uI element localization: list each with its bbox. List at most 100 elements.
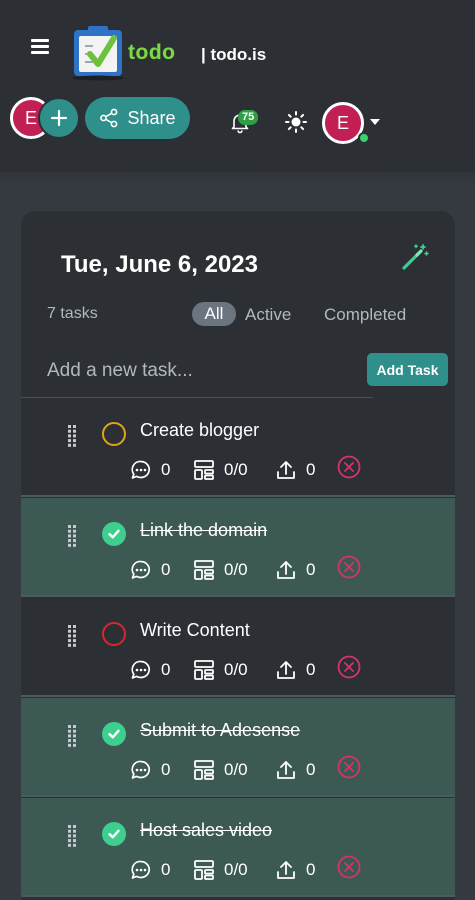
task-title[interactable]: Host sales video [140, 820, 272, 841]
status-circle-icon[interactable] [102, 422, 126, 446]
member-avatar-initial: E [24, 107, 37, 128]
attachments-value: 0 [306, 860, 316, 879]
attachments-value: 0 [306, 660, 316, 679]
subtasks-icon [194, 860, 214, 880]
check-circle-icon[interactable] [102, 522, 126, 546]
comment-icon [131, 860, 150, 879]
share-label: Share [127, 107, 176, 128]
attachments-count[interactable]: 0 [274, 458, 315, 482]
online-status-dot [358, 132, 370, 144]
share-icon [100, 108, 118, 128]
comments-value: 0 [161, 760, 171, 779]
task-row[interactable]: Create blogger 0 0/0 0 [21, 398, 455, 497]
drag-handle-icon[interactable] [68, 725, 76, 747]
comments-value: 0 [161, 560, 171, 579]
subtasks-icon [194, 460, 214, 480]
attachments-count[interactable]: 0 [274, 858, 315, 882]
delete-icon[interactable] [337, 855, 361, 879]
magic-wand-icon[interactable] [400, 242, 430, 272]
task-title[interactable]: Submit to Adesense [140, 720, 300, 741]
row-divider [21, 795, 455, 797]
status-circle-icon[interactable] [102, 622, 126, 646]
comments-count[interactable]: 0 [129, 658, 170, 682]
delete-icon[interactable] [337, 455, 361, 479]
upload-icon [277, 661, 295, 679]
subtasks-count[interactable]: 0/0 [192, 858, 248, 882]
site-name: | todo.is [201, 45, 267, 64]
page-title-date: Tue, June 6, 2023 [61, 251, 258, 278]
subtasks-count[interactable]: 0/0 [192, 458, 248, 482]
notification-badge: 75 [238, 110, 259, 125]
user-avatar-initial: E [336, 112, 349, 133]
subtasks-count[interactable]: 0/0 [192, 658, 248, 682]
theme-toggle-sun-icon[interactable] [284, 110, 308, 134]
logo-text: todo [128, 41, 176, 64]
check-circle-icon[interactable] [102, 722, 126, 746]
comments-value: 0 [161, 860, 171, 879]
filter-active-tab[interactable]: Active [245, 305, 291, 325]
task-title[interactable]: Write Content [140, 620, 250, 641]
task-count: 7 tasks [47, 305, 98, 322]
delete-icon[interactable] [337, 755, 361, 779]
comments-value: 0 [161, 660, 171, 679]
plus-icon [50, 109, 68, 127]
attachments-count[interactable]: 0 [274, 658, 315, 682]
share-button[interactable]: Share [85, 97, 190, 139]
menu-icon[interactable] [31, 39, 49, 55]
row-divider [21, 895, 455, 897]
task-row[interactable]: Write Content 0 0/0 0 [21, 598, 455, 697]
subtasks-value: 0/0 [224, 560, 248, 579]
drag-handle-icon[interactable] [68, 525, 76, 547]
task-title[interactable]: Link the domain [140, 520, 267, 541]
task-row[interactable]: Host sales video 0 0/0 0 [21, 798, 455, 897]
subtasks-icon [194, 560, 214, 580]
subtasks-value: 0/0 [224, 860, 248, 879]
attachments-count[interactable]: 0 [274, 758, 315, 782]
task-title[interactable]: Create blogger [140, 420, 259, 441]
attachments-count[interactable]: 0 [274, 558, 315, 582]
comments-count[interactable]: 0 [129, 558, 170, 582]
comment-icon [131, 660, 150, 679]
upload-icon [277, 861, 295, 879]
comment-icon [131, 760, 150, 779]
header-shadow [0, 172, 475, 182]
subtasks-value: 0/0 [224, 460, 248, 479]
comment-icon [131, 560, 150, 579]
drag-handle-icon[interactable] [68, 625, 76, 647]
subtasks-count[interactable]: 0/0 [192, 758, 248, 782]
attachments-value: 0 [306, 460, 316, 479]
subtasks-icon [194, 760, 214, 780]
comments-value: 0 [161, 460, 171, 479]
row-divider [21, 595, 455, 597]
drag-handle-icon[interactable] [68, 825, 76, 847]
check-circle-icon[interactable] [102, 822, 126, 846]
drag-handle-icon[interactable] [68, 425, 76, 447]
row-divider [21, 495, 455, 497]
comment-icon [131, 460, 150, 479]
delete-icon[interactable] [337, 655, 361, 679]
add-member-button[interactable] [38, 97, 80, 139]
upload-icon [277, 761, 295, 779]
comments-count[interactable]: 0 [129, 758, 170, 782]
delete-icon[interactable] [337, 555, 361, 579]
comments-count[interactable]: 0 [129, 458, 170, 482]
filter-all-tab[interactable]: All [192, 302, 236, 326]
subtasks-value: 0/0 [224, 760, 248, 779]
app-header: todo | todo.is E Share 75 E [0, 0, 475, 172]
upload-icon [277, 561, 295, 579]
add-task-button[interactable]: Add Task [367, 353, 448, 386]
row-divider [21, 695, 455, 697]
task-row[interactable]: Link the domain 0 0/0 0 [21, 498, 455, 597]
attachments-value: 0 [306, 760, 316, 779]
upload-icon [277, 461, 295, 479]
comments-count[interactable]: 0 [129, 858, 170, 882]
filter-completed-tab[interactable]: Completed [324, 305, 406, 325]
chevron-down-icon[interactable] [370, 119, 380, 126]
subtasks-value: 0/0 [224, 660, 248, 679]
subtasks-count[interactable]: 0/0 [192, 558, 248, 582]
new-task-input[interactable] [47, 358, 367, 384]
attachments-value: 0 [306, 560, 316, 579]
subtasks-icon [194, 660, 214, 680]
task-row[interactable]: Submit to Adesense 0 0/0 0 [21, 698, 455, 797]
todo-card: Tue, June 6, 2023 7 tasks All Active Com… [21, 211, 455, 900]
